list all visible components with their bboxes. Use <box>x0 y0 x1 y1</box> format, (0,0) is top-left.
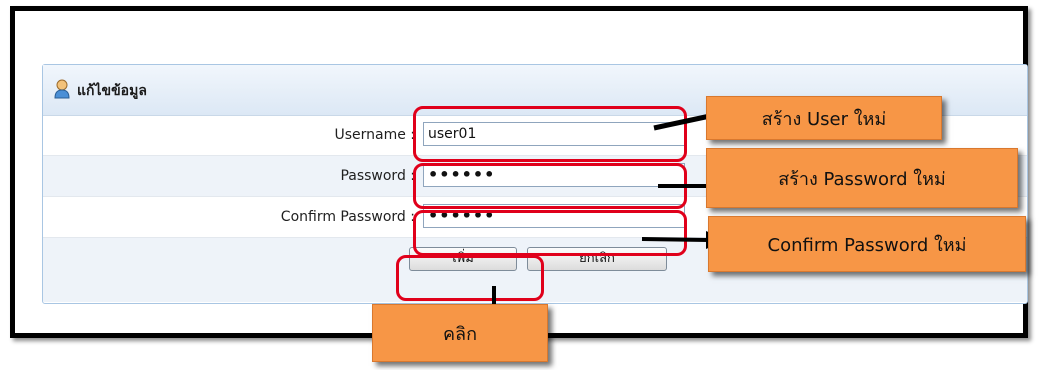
username-highlight <box>413 106 687 162</box>
add-button-highlight <box>396 255 544 301</box>
password-callout: สร้าง Password ใหม่ <box>706 148 1018 208</box>
panel-title: แก้ไขข้อมูล <box>77 83 147 99</box>
password-label: Password : <box>340 168 415 184</box>
click-callout: คลิก <box>372 304 548 362</box>
confirm-password-callout: Confirm Password ใหม่ <box>708 216 1026 272</box>
username-label: Username : <box>334 127 415 143</box>
password-highlight <box>413 163 687 209</box>
user-icon <box>54 79 70 99</box>
user-callout: สร้าง User ใหม่ <box>706 96 942 140</box>
confirm-password-label: Confirm Password : <box>280 209 415 225</box>
